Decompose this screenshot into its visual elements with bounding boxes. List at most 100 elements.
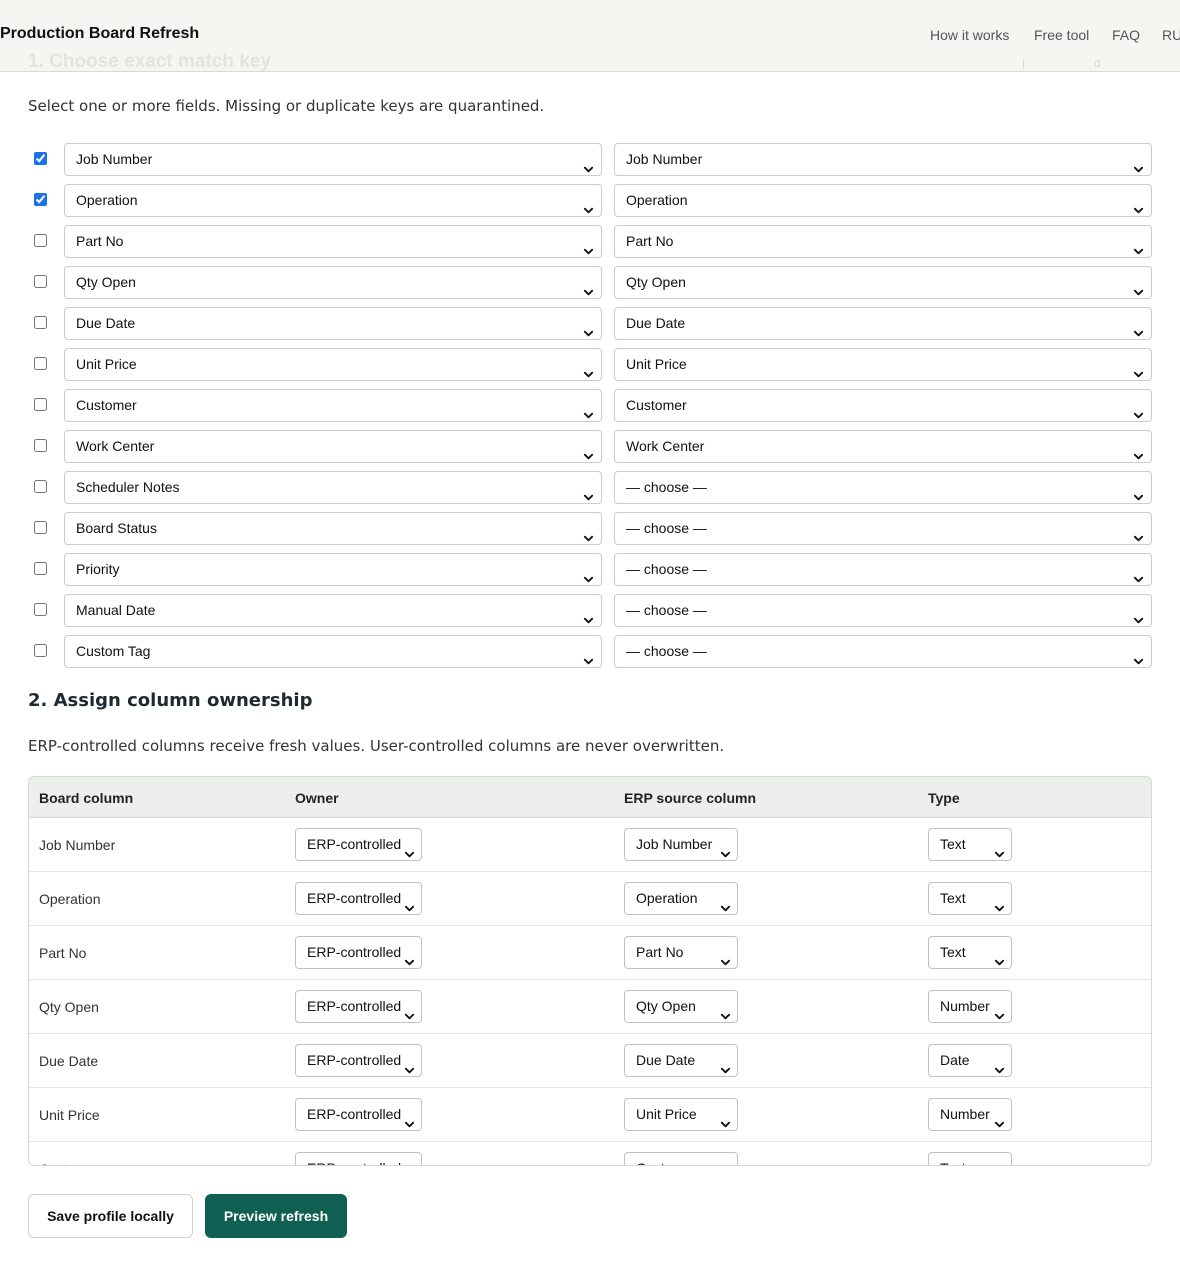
nav-ru[interactable]: RU	[1162, 27, 1180, 43]
owner-select-value: ERP-controlled	[307, 1106, 402, 1122]
erp-source-select[interactable]: Customer	[624, 1152, 738, 1165]
nav-free-tool[interactable]: Free tool	[1034, 27, 1089, 43]
board-field-select[interactable]: Scheduler Notes	[64, 471, 602, 504]
erp-source-select[interactable]: Job Number	[624, 828, 738, 861]
owner-select[interactable]: ERP-controlled	[295, 1152, 422, 1165]
type-select[interactable]: Text	[928, 882, 1012, 915]
board-column-name: Part No	[39, 945, 87, 961]
erp-source-select-value: Qty Open	[636, 998, 696, 1014]
chevron-down-icon	[583, 483, 594, 501]
board-field-select-value: Manual Date	[76, 602, 156, 618]
board-field-select-value: Customer	[76, 397, 137, 413]
chevron-down-icon	[720, 1002, 731, 1020]
nav-faq[interactable]: FAQ	[1112, 27, 1140, 43]
section2-description: ERP-controlled columns receive fresh val…	[28, 737, 725, 755]
erp-source-select-value: Operation	[636, 890, 698, 906]
erp-field-select[interactable]: Unit Price	[614, 348, 1152, 381]
erp-field-select[interactable]: Part No	[614, 225, 1152, 258]
erp-field-select-value: — choose —	[626, 520, 707, 536]
erp-field-select-value: — choose —	[626, 561, 707, 577]
owner-select[interactable]: ERP-controlled	[295, 1098, 422, 1131]
save-profile-button[interactable]: Save profile locally	[28, 1194, 193, 1238]
erp-source-select[interactable]: Qty Open	[624, 990, 738, 1023]
chevron-down-icon	[1133, 319, 1144, 337]
board-field-select[interactable]: Work Center	[64, 430, 602, 463]
erp-field-select[interactable]: — choose —	[614, 635, 1152, 668]
board-field-select[interactable]: Due Date	[64, 307, 602, 340]
board-field-select[interactable]: Manual Date	[64, 594, 602, 627]
match-key-row: Customer Customer	[28, 389, 1152, 430]
board-field-select[interactable]: Customer	[64, 389, 602, 422]
erp-source-select[interactable]: Due Date	[624, 1044, 738, 1077]
table-row: Job Number ERP-controlled Job Number Text	[29, 818, 1151, 872]
match-key-row: Custom Tag — choose —	[28, 635, 1152, 676]
board-field-select[interactable]: Job Number	[64, 143, 602, 176]
match-key-checkbox[interactable]	[34, 357, 47, 370]
top-header: 1. Choose exact match key Production Boa…	[0, 0, 1180, 72]
erp-field-select[interactable]: Job Number	[614, 143, 1152, 176]
match-key-checkbox[interactable]	[34, 562, 47, 575]
erp-field-select[interactable]: — choose —	[614, 594, 1152, 627]
board-field-select[interactable]: Unit Price	[64, 348, 602, 381]
match-key-row: Board Status — choose —	[28, 512, 1152, 553]
board-field-select-value: Job Number	[76, 151, 153, 167]
match-key-checkbox[interactable]	[34, 316, 47, 329]
match-key-checkbox[interactable]	[34, 234, 47, 247]
table-row: Due Date ERP-controlled Due Date Date	[29, 1034, 1151, 1088]
board-field-select-value: Operation	[76, 192, 138, 208]
type-select[interactable]: Number	[928, 1098, 1012, 1131]
chevron-down-icon	[994, 948, 1005, 966]
chevron-down-icon	[994, 1110, 1005, 1128]
match-key-checkbox[interactable]	[34, 439, 47, 452]
board-field-select[interactable]: Operation	[64, 184, 602, 217]
erp-source-select[interactable]: Unit Price	[624, 1098, 738, 1131]
erp-field-select[interactable]: Qty Open	[614, 266, 1152, 299]
section1-description: Select one or more fields. Missing or du…	[28, 97, 545, 115]
nav-how-it-works[interactable]: How it works	[930, 27, 1009, 43]
board-field-select[interactable]: Custom Tag	[64, 635, 602, 668]
owner-select[interactable]: ERP-controlled	[295, 990, 422, 1023]
board-field-select[interactable]: Qty Open	[64, 266, 602, 299]
chevron-down-icon	[994, 840, 1005, 858]
type-select[interactable]: Text	[928, 936, 1012, 969]
owner-select[interactable]: ERP-controlled	[295, 936, 422, 969]
erp-field-select-value: Customer	[626, 397, 687, 413]
erp-field-select[interactable]: — choose —	[614, 471, 1152, 504]
erp-field-select[interactable]: Operation	[614, 184, 1152, 217]
owner-select[interactable]: ERP-controlled	[295, 1044, 422, 1077]
match-key-checkbox[interactable]	[34, 480, 47, 493]
board-field-select-value: Custom Tag	[76, 643, 151, 659]
type-select[interactable]: Date	[928, 1044, 1012, 1077]
match-key-checkbox[interactable]	[34, 193, 47, 206]
match-key-checkbox[interactable]	[34, 398, 47, 411]
board-field-select[interactable]: Priority	[64, 553, 602, 586]
owner-select[interactable]: ERP-controlled	[295, 882, 422, 915]
board-field-select[interactable]: Part No	[64, 225, 602, 258]
erp-source-select[interactable]: Operation	[624, 882, 738, 915]
erp-field-select[interactable]: Work Center	[614, 430, 1152, 463]
match-key-checkbox[interactable]	[34, 644, 47, 657]
type-select-value: Text	[940, 1160, 966, 1165]
ownership-table[interactable]: Board column Owner ERP source column Typ…	[28, 776, 1152, 1166]
erp-source-select-value: Due Date	[636, 1052, 696, 1068]
match-key-checkbox[interactable]	[34, 603, 47, 616]
match-key-checkbox[interactable]	[34, 275, 47, 288]
type-select[interactable]: Text	[928, 1152, 1012, 1165]
type-select-value: Date	[940, 1052, 970, 1068]
erp-field-select-value: Qty Open	[626, 274, 686, 290]
type-select[interactable]: Text	[928, 828, 1012, 861]
type-select[interactable]: Number	[928, 990, 1012, 1023]
erp-field-select[interactable]: Due Date	[614, 307, 1152, 340]
erp-source-select[interactable]: Part No	[624, 936, 738, 969]
preview-refresh-button[interactable]: Preview refresh	[205, 1194, 347, 1238]
erp-field-select[interactable]: Customer	[614, 389, 1152, 422]
match-key-row: Operation Operation	[28, 184, 1152, 225]
owner-select[interactable]: ERP-controlled	[295, 828, 422, 861]
erp-field-select[interactable]: — choose —	[614, 512, 1152, 545]
match-key-checkbox[interactable]	[34, 152, 47, 165]
chevron-down-icon	[583, 442, 594, 460]
board-field-select[interactable]: Board Status	[64, 512, 602, 545]
erp-field-select[interactable]: — choose —	[614, 553, 1152, 586]
chevron-down-icon	[583, 278, 594, 296]
match-key-checkbox[interactable]	[34, 521, 47, 534]
